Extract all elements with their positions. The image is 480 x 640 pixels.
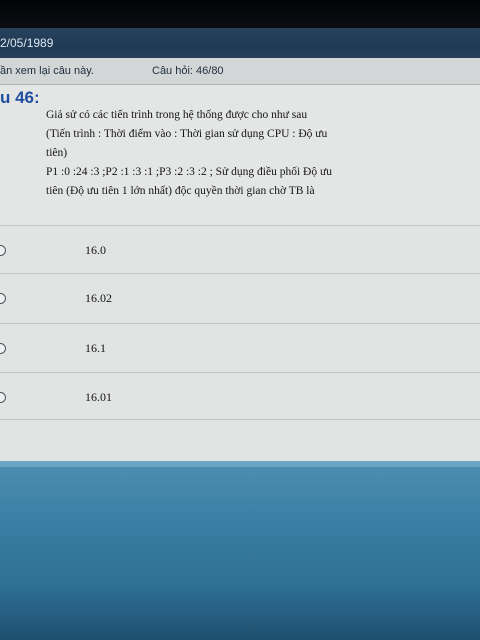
answer-option-b[interactable]: 16.02 — [0, 273, 480, 322]
question-title: u 46: — [0, 88, 40, 107]
info-bar: ần xem lại câu này. Câu hỏi: 46/80 — [0, 58, 480, 85]
answer-option-d[interactable]: 16.01 — [0, 372, 480, 421]
radio-button[interactable] — [0, 245, 6, 256]
answer-list: 16.0 16.02 16.1 16.01 — [0, 225, 480, 461]
question-line: Giả sử có các tiến trình trong hệ thống … — [46, 109, 308, 121]
answer-label[interactable]: 16.1 — [85, 341, 106, 356]
question-counter: Câu hỏi: 46/80 — [152, 65, 224, 77]
radio-button[interactable] — [0, 343, 6, 354]
radio-button[interactable] — [0, 392, 6, 403]
footer-edge — [0, 461, 480, 467]
header-date: 2/05/1989 — [0, 36, 54, 50]
question-line: (Tiến trình : Thời điểm vào : Thời gian … — [46, 128, 328, 140]
question-text: Giả sử có các tiến trình trong hệ thống … — [46, 106, 446, 201]
monitor-bezel — [0, 0, 480, 28]
question-panel: u 46: Giả sử có các tiến trình trong hệ … — [0, 85, 480, 225]
review-link[interactable]: ần xem lại câu này. — [0, 65, 94, 77]
answer-label[interactable]: 16.0 — [85, 243, 106, 258]
page-footer — [0, 461, 480, 640]
answer-list-bottom-divider — [0, 419, 480, 460]
answer-label[interactable]: 16.02 — [85, 291, 112, 306]
question-line: tiên) — [46, 147, 68, 159]
answer-option-a[interactable]: 16.0 — [0, 225, 480, 274]
answer-label[interactable]: 16.01 — [85, 390, 112, 405]
question-line: P1 :0 :24 :3 ;P2 :1 :3 :1 ;P3 :2 :3 :2 ;… — [46, 166, 332, 178]
header-bar: 2/05/1989 — [0, 28, 480, 58]
radio-button[interactable] — [0, 293, 6, 304]
answer-option-c[interactable]: 16.1 — [0, 323, 480, 372]
question-line: tiên (Độ ưu tiên 1 lớn nhất) độc quyền t… — [46, 185, 315, 197]
